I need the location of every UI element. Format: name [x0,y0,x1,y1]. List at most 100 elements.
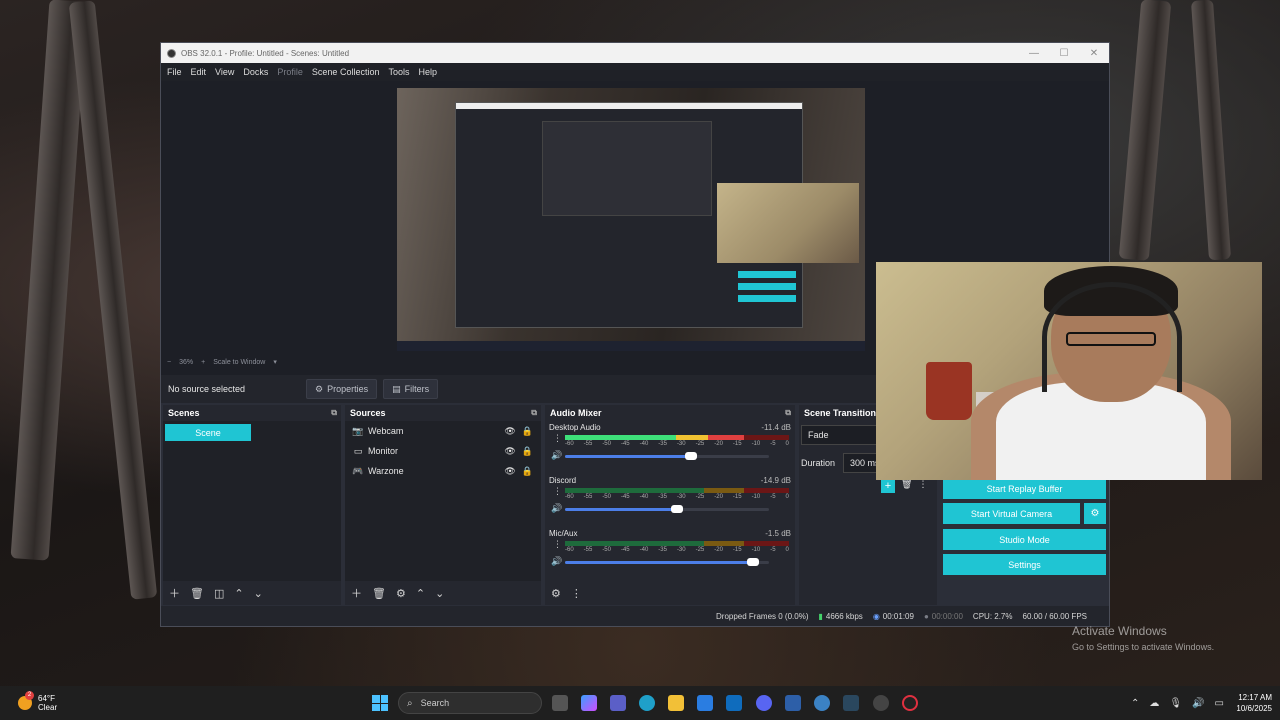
obs-logo-icon [167,48,176,58]
volume-slider[interactable] [565,505,769,513]
zoom-out-button[interactable]: − [167,359,171,366]
obs-taskbar-icon[interactable] [902,695,918,711]
scale-tick: -60 [565,494,574,500]
steam-icon[interactable] [843,695,859,711]
volume-icon[interactable]: 🔊 [1192,698,1204,709]
properties-button[interactable]: ⚙ Properties [306,379,378,399]
record-icon: ● [923,611,929,621]
wallpaper-tree [68,0,158,600]
menu-view[interactable]: View [215,67,234,77]
channel-name: Discord [549,476,577,485]
menu-file[interactable]: File [167,67,182,77]
menu-help[interactable]: Help [418,67,437,77]
more-icon[interactable]: ⋮ [553,539,562,550]
filters-button[interactable]: ▤ Filters [383,379,439,399]
network-icon[interactable]: ▭ [1215,698,1224,709]
trash-icon[interactable]: 🗑 [190,587,204,600]
start-replay-buffer-button[interactable]: Start Replay Buffer [943,478,1106,499]
lock-icon[interactable]: 🔒 [522,446,533,457]
trash-icon[interactable]: 🗑 [901,479,912,493]
lock-icon[interactable]: 🔒 [522,466,533,477]
app-icon[interactable] [814,695,830,711]
minimize-button[interactable]: — [1019,48,1049,59]
eye-icon[interactable]: 👁 [504,466,515,477]
cloud-icon[interactable]: ☁ [1149,698,1159,709]
volume-slider[interactable] [565,558,769,566]
add-icon[interactable]: ＋ [351,585,362,601]
start-virtual-camera-button[interactable]: Start Virtual Camera [943,503,1080,524]
settings-button[interactable]: Settings [943,554,1106,575]
teams-icon[interactable] [610,695,626,711]
title-bar: OBS 32.0.1 - Profile: Untitled - Scenes:… [161,43,1109,63]
menu-profile[interactable]: Profile [277,67,303,77]
scale-tick: -55 [583,494,593,500]
lock-icon[interactable]: 🔒 [522,426,533,437]
close-button[interactable]: ✕ [1079,48,1109,59]
source-row-warzone[interactable]: 🎮 Warzone 👁 🔒 [345,461,541,481]
undock-icon[interactable]: ⧉ [785,408,791,418]
undock-icon[interactable]: ⧉ [331,408,337,418]
add-icon[interactable]: ＋ [169,585,180,601]
eye-icon[interactable]: 👁 [504,426,515,437]
chevron-down-icon[interactable]: ⌄ [435,587,444,600]
advanced-audio-icon[interactable]: ⚙ [551,587,561,600]
outlook-icon[interactable] [726,695,742,711]
discord-icon[interactable] [756,695,772,711]
scale-tick: -10 [751,494,761,500]
more-icon[interactable]: ⋮ [571,587,582,600]
more-icon[interactable]: ⋮ [553,486,562,497]
zoom-in-button[interactable]: + [201,359,205,366]
filter-icon[interactable]: ◫ [214,587,224,600]
trash-icon[interactable]: 🗑 [372,587,386,600]
weather-widget[interactable]: 2 64°F Clear [18,691,57,712]
chevron-down-icon[interactable]: ▾ [273,358,277,366]
scale-tick: -55 [583,547,593,553]
edge-icon[interactable] [639,695,655,711]
volume-icon[interactable]: 🔊 [551,450,562,461]
store-icon[interactable] [697,695,713,711]
task-view-icon[interactable] [552,695,568,711]
add-transition-button[interactable]: + [881,479,895,493]
chevron-down-icon[interactable]: ⌄ [254,587,263,600]
duration-label: Duration [801,458,836,468]
volume-icon[interactable]: 🔊 [551,556,562,567]
more-icon[interactable]: ⋮ [553,433,562,444]
scale-tick: -20 [714,441,723,447]
copilot-icon[interactable] [581,695,597,711]
chevron-up-icon[interactable]: ⌃ [1131,698,1139,709]
file-explorer-icon[interactable] [668,695,684,711]
source-row-webcam[interactable]: 📷 Webcam 👁 🔒 [345,421,541,441]
search-box[interactable]: ⌕ Search [398,692,542,714]
menu-scene-collection[interactable]: Scene Collection [312,67,380,77]
chevron-up-icon[interactable]: ⌃ [416,587,425,600]
scale-tick: -40 [639,441,649,447]
virtual-camera-settings-button[interactable]: ⚙ [1084,503,1106,524]
zoom-mode[interactable]: Scale to Window [213,359,265,366]
source-row-monitor[interactable]: ▭ Monitor 👁 🔒 [345,441,541,461]
chevron-up-icon[interactable]: ⌃ [234,587,243,600]
mic-icon[interactable]: 🎙 [1169,698,1182,709]
clock[interactable]: 12:17 AM 10/6/2025 [1236,692,1272,714]
level-meter [565,488,789,493]
program-preview[interactable] [397,88,865,351]
menu-edit[interactable]: Edit [191,67,207,77]
stream-time: 00:01:09 [882,611,914,621]
gear-icon[interactable]: ⚙ [396,587,406,600]
volume-icon[interactable]: 🔊 [551,503,562,514]
taskbar: 2 64°F Clear ⌕ Search ⌃ ☁ 🎙 🔊 ▭ 12:17 AM… [0,686,1280,720]
volume-slider[interactable] [565,452,769,460]
camera-icon: 📷 [352,425,364,436]
eye-icon[interactable]: 👁 [504,446,515,457]
start-button[interactable] [372,695,388,711]
zoom-bar: − 36% + Scale to Window ▾ [167,357,285,367]
menu-tools[interactable]: Tools [388,67,409,77]
menu-docks[interactable]: Docks [243,67,268,77]
scene-item[interactable]: Scene [165,424,251,441]
maximize-button[interactable]: ☐ [1049,48,1079,59]
undock-icon[interactable]: ⧉ [531,408,537,418]
more-icon[interactable]: ⋮ [918,479,927,493]
weather-temp: 64°F [38,694,55,703]
app-icon[interactable] [785,695,801,711]
studio-mode-button[interactable]: Studio Mode [943,529,1106,550]
app-icon[interactable] [873,695,889,711]
